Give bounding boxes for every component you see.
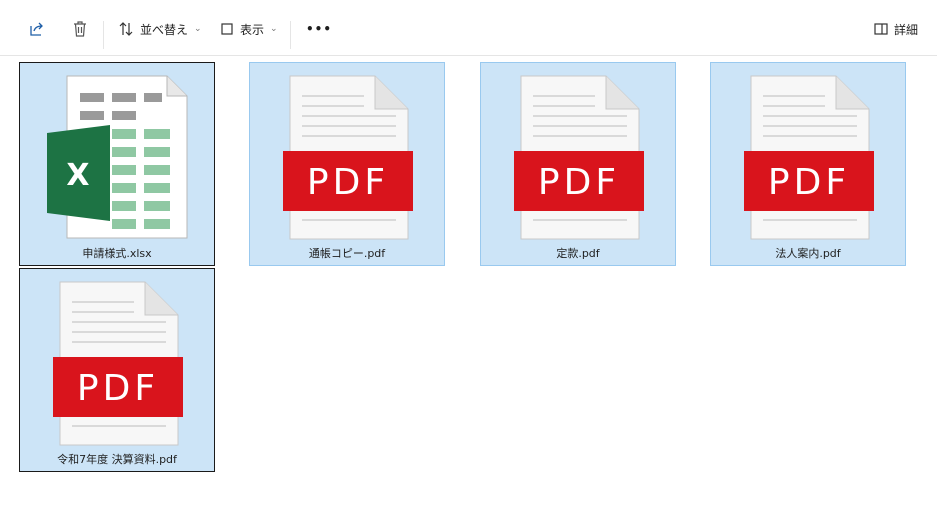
pdf-file-icon: PDF (514, 75, 644, 240)
pdf-badge-text: PDF (307, 162, 389, 203)
excel-file-icon: X (47, 75, 188, 239)
pdf-file-icon: PDF (744, 75, 874, 240)
delete-button[interactable] (72, 18, 88, 40)
file-tile-pdf[interactable]: PDF 通帳コピー.pdf (249, 62, 445, 266)
chevron-down-icon: ⌄ (270, 24, 278, 34)
pdf-badge-text: PDF (77, 368, 159, 409)
file-tile-pdf[interactable]: PDF 法人案内.pdf (710, 62, 906, 266)
file-name: 通帳コピー.pdf (308, 247, 386, 260)
view-button[interactable]: 表示 ⌄ (220, 18, 278, 40)
sort-button[interactable]: 並べ替え ⌄ (118, 18, 202, 40)
pdf-badge-text: PDF (768, 162, 850, 203)
more-icon: ••• (306, 22, 333, 36)
file-name: 申請様式.xlsx (82, 247, 152, 260)
file-tile-excel[interactable]: X 申請様式.xlsx (19, 62, 215, 266)
view-label: 表示 (240, 22, 265, 37)
view-icon (221, 23, 233, 35)
details-pane-icon (874, 23, 888, 35)
details-label: 詳細 (894, 22, 919, 37)
file-name: 定款.pdf (556, 247, 600, 260)
file-tile-pdf[interactable]: PDF 令和7年度 決算資料.pdf (19, 268, 215, 472)
share-icon (30, 22, 43, 36)
trash-icon (74, 21, 86, 37)
sort-icon (119, 22, 133, 36)
sort-label: 並べ替え (140, 22, 189, 37)
pdf-badge-text: PDF (538, 162, 620, 203)
details-button[interactable]: 詳細 (874, 18, 918, 40)
share-button[interactable] (28, 18, 46, 40)
chevron-down-icon: ⌄ (194, 24, 202, 34)
toolbar-separator (103, 21, 104, 49)
pdf-file-icon: PDF (283, 75, 413, 240)
file-name: 法人案内.pdf (775, 247, 841, 260)
file-tile-pdf[interactable]: PDF 定款.pdf (480, 62, 676, 266)
pdf-file-icon: PDF (53, 281, 183, 446)
excel-badge-text: X (66, 158, 89, 193)
command-bar: 並べ替え ⌄ 表示 ⌄ ••• 詳細 (0, 0, 937, 56)
toolbar-separator (290, 21, 291, 49)
file-name: 令和7年度 決算資料.pdf (57, 453, 177, 466)
more-options-button[interactable]: ••• (306, 18, 332, 40)
